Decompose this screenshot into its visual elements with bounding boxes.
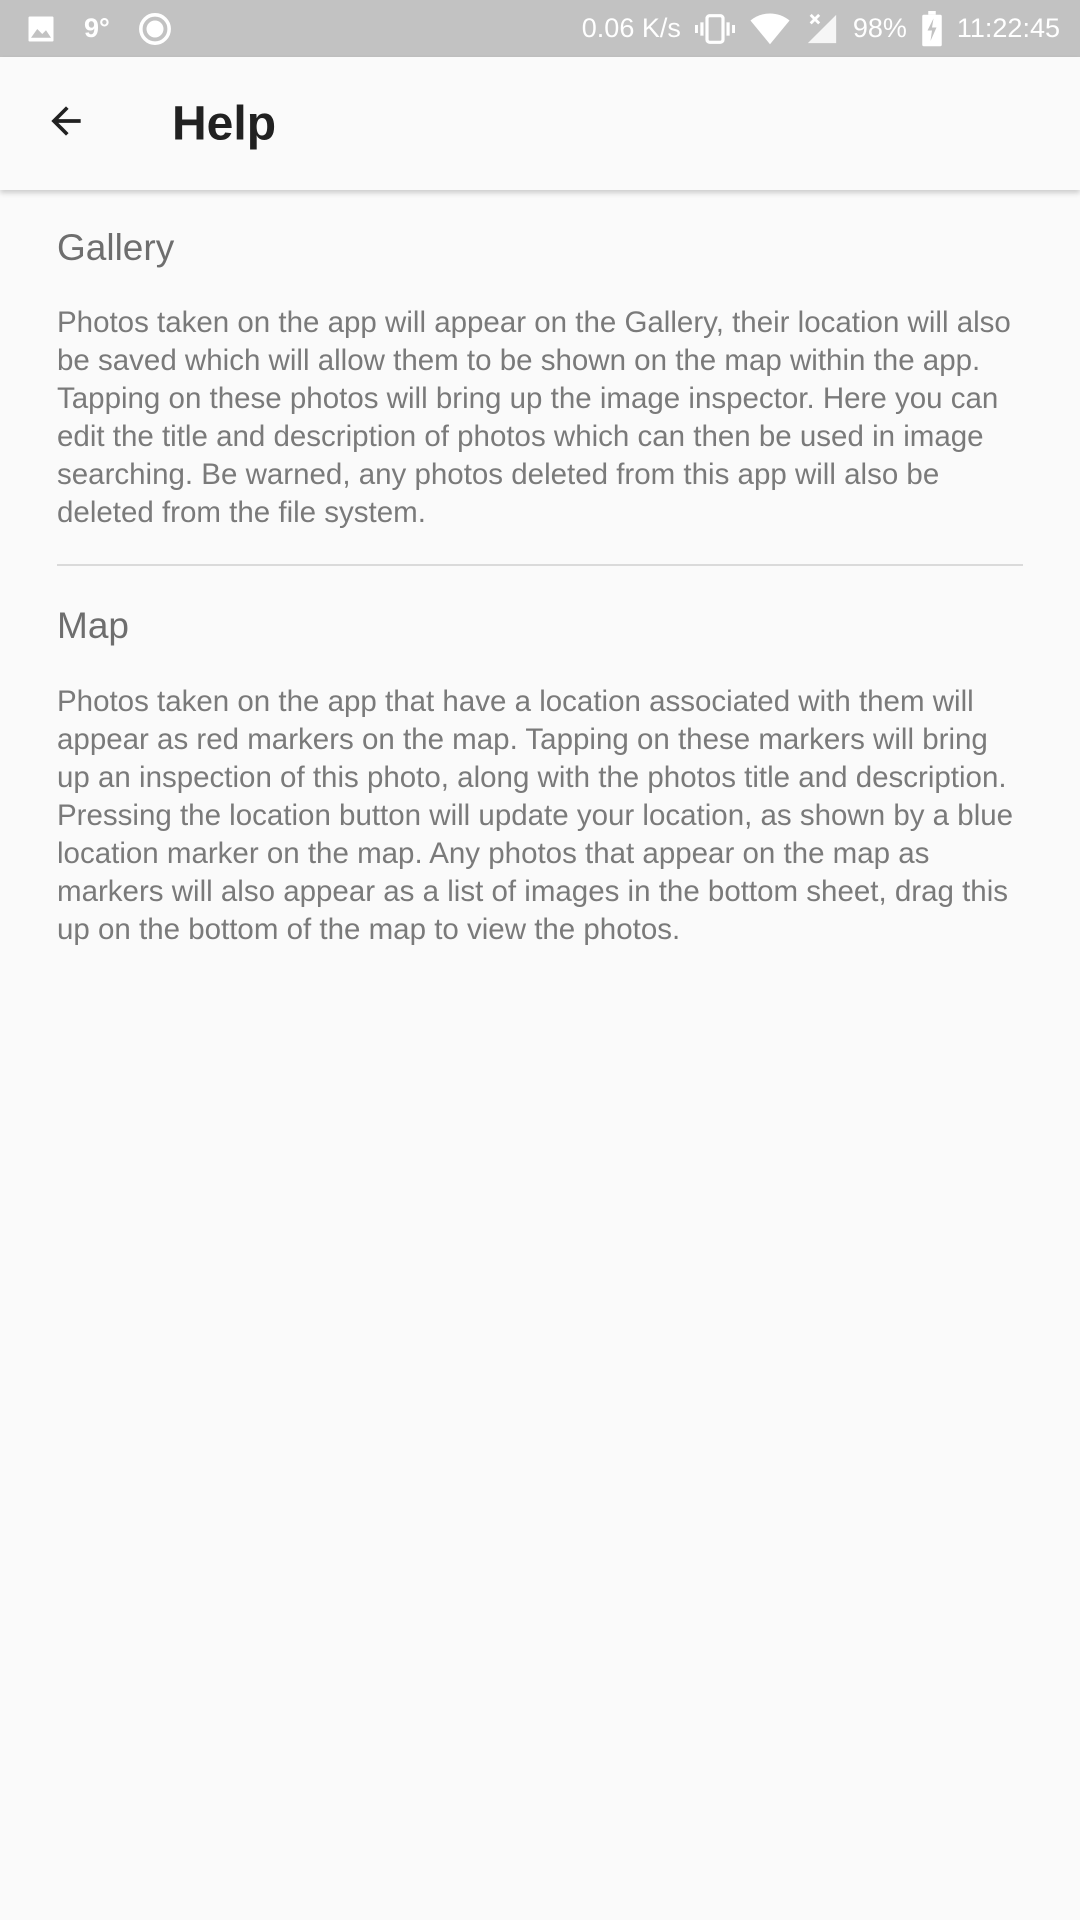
arrow-back-icon — [44, 99, 88, 148]
status-right: 0.06 K/s 98% 11:22:45 — [581, 10, 1060, 47]
status-left: 9° — [26, 12, 172, 46]
image-icon — [26, 14, 56, 44]
battery-charging-icon — [921, 10, 943, 47]
help-section-gallery: Gallery Photos taken on the app will app… — [57, 226, 1023, 532]
status-bar: 9° 0.06 K/s 98% 11:22:45 — [0, 0, 1080, 57]
wifi-icon — [749, 12, 791, 46]
section-body: Photos taken on the app that have a loca… — [57, 684, 1014, 946]
signal-icon — [805, 12, 839, 46]
help-section-map: Map Photos taken on the app that have a … — [57, 604, 1023, 948]
section-body: Photos taken on the app will appear on t… — [57, 306, 1011, 530]
back-button[interactable] — [28, 86, 104, 162]
divider — [57, 564, 1023, 567]
section-title: Gallery — [57, 227, 175, 268]
page-title: Help — [172, 97, 277, 150]
section-title: Map — [57, 605, 129, 647]
network-speed-text: 0.06 K/s — [581, 13, 681, 43]
vibrate-icon — [694, 12, 735, 46]
battery-text: 98% — [852, 13, 907, 43]
temperature-text: 9° — [84, 13, 110, 43]
app-bar: Help — [0, 57, 1080, 190]
circle-icon — [138, 12, 172, 46]
clock-text: 11:22:45 — [956, 13, 1060, 43]
help-content: Gallery Photos taken on the app will app… — [57, 190, 1023, 949]
